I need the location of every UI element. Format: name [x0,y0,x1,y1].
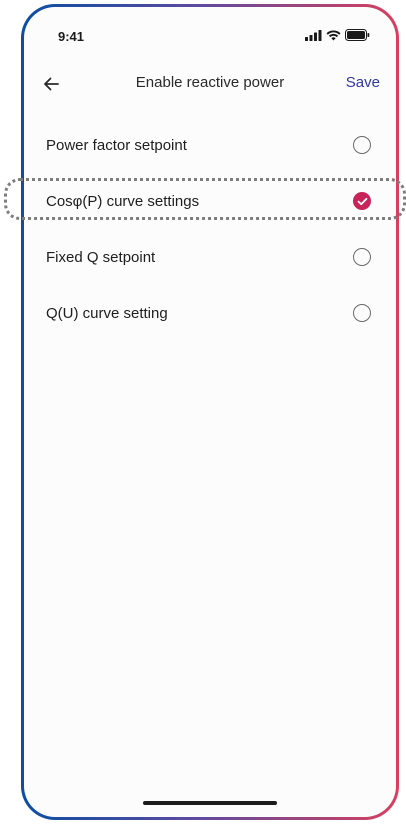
status-icons [305,29,370,41]
radio-unselected[interactable] [353,304,371,322]
option-fixed-q-setpoint[interactable]: Fixed Q setpoint [24,229,396,285]
status-time: 9:41 [58,29,85,44]
option-label: Cosφ(P) curve settings [46,192,200,210]
radio-selected[interactable] [353,192,371,210]
battery-icon [345,29,370,41]
screen: 9:41 Enable reactive power Save Power fa… [24,7,396,817]
wifi-icon [326,29,341,40]
radio-unselected[interactable] [353,136,371,154]
option-label: Q(U) curve setting [46,304,168,322]
home-indicator[interactable] [143,801,277,805]
radio-unselected[interactable] [353,248,371,266]
status-bar: 9:41 [24,7,396,63]
option-power-factor-setpoint[interactable]: Power factor setpoint [24,117,396,173]
checkmark-icon [357,197,367,205]
signal-icon [305,29,322,41]
option-cos-phi-curve-settings[interactable]: Cosφ(P) curve settings [24,173,396,229]
option-label: Fixed Q setpoint [46,248,156,266]
save-button[interactable]: Save [346,74,380,91]
phone-frame: 9:41 Enable reactive power Save Power fa… [21,4,399,820]
option-qu-curve-setting[interactable]: Q(U) curve setting [24,285,396,341]
option-list: Power factor setpoint Cosφ(P) curve sett… [24,117,396,341]
page-title: Enable reactive power [135,74,285,91]
header: Enable reactive power Save [24,63,396,107]
option-label: Power factor setpoint [46,136,187,154]
